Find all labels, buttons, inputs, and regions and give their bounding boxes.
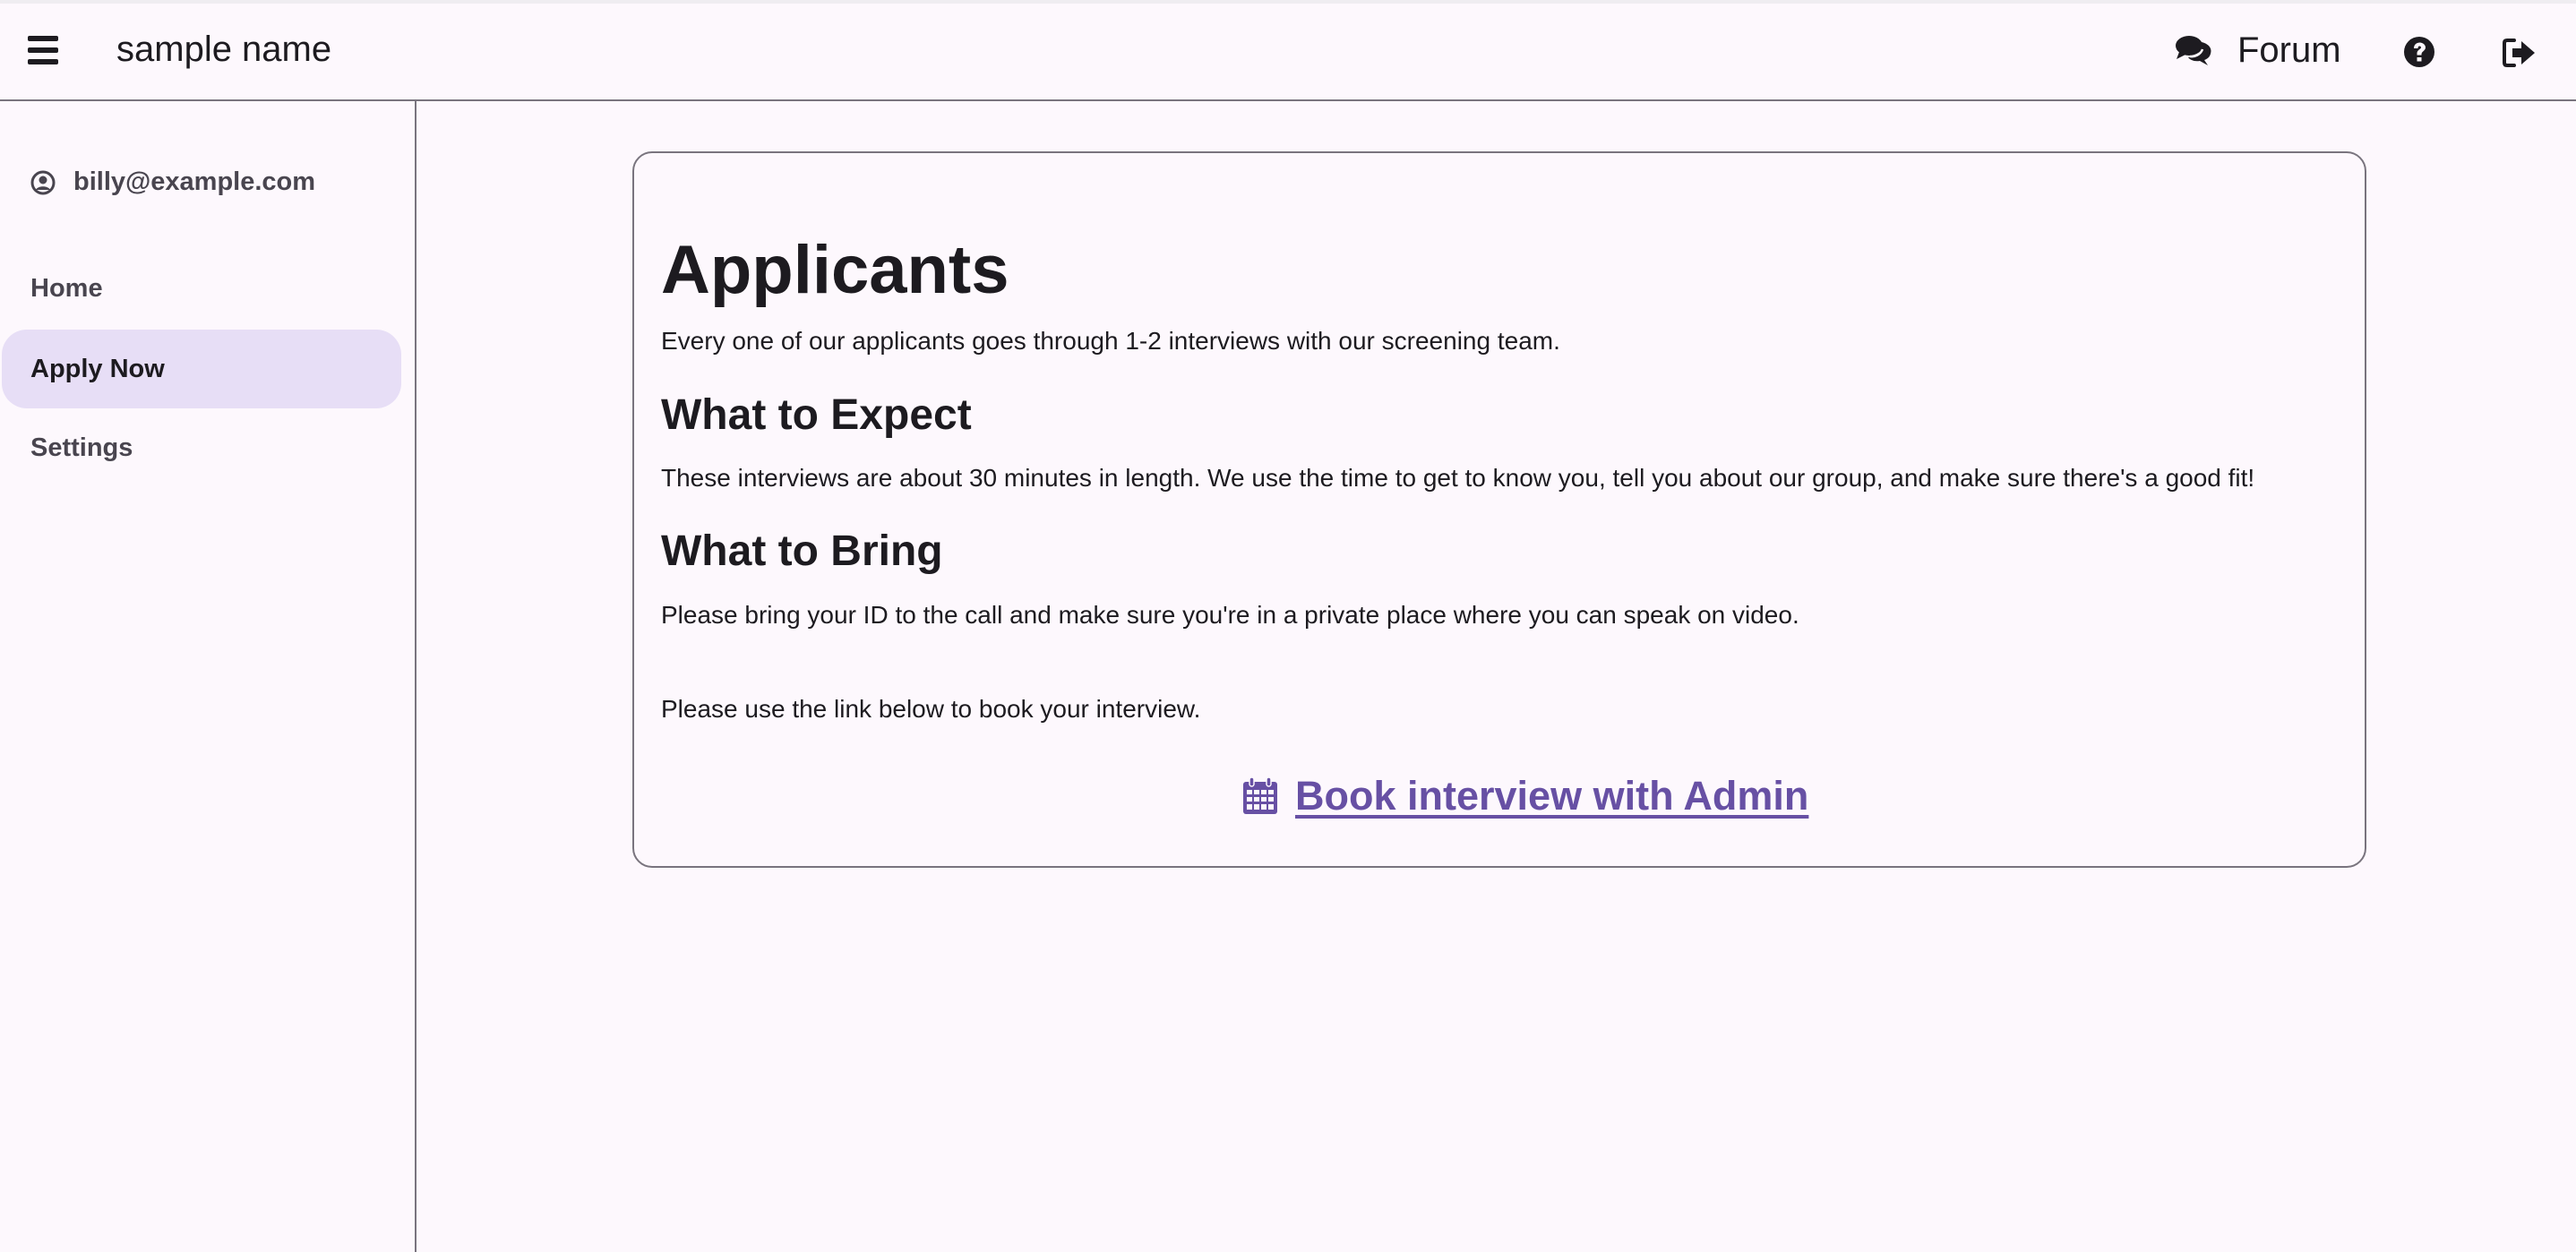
sidebar-item-label: Apply Now (30, 354, 165, 383)
sidebar-item-settings[interactable]: Settings (2, 408, 401, 487)
forum-link[interactable]: Forum (2175, 25, 2341, 75)
section-heading-bring: What to Bring (661, 527, 943, 575)
comments-icon (2176, 36, 2211, 65)
app-header: sample name Forum (0, 4, 2576, 101)
section-body-expect: These interviews are about 30 minutes in… (661, 464, 2255, 492)
sidebar-item-home[interactable]: Home (2, 249, 401, 328)
sidebar-item-apply-now[interactable]: Apply Now (2, 330, 401, 408)
user-account: billy@example.com (30, 167, 315, 197)
user-circle-icon (30, 170, 56, 194)
book-interview-link-label[interactable]: Book interview with Admin (1295, 773, 1808, 819)
forum-label: Forum (2237, 30, 2341, 70)
sidebar: billy@example.com Home Apply Now Setting… (0, 101, 416, 1252)
user-email: billy@example.com (73, 167, 316, 196)
calendar-icon (1243, 776, 1277, 814)
page-title: Applicants (661, 232, 1009, 308)
intro-text: Every one of our applicants goes through… (661, 327, 1560, 355)
sidebar-item-label: Settings (30, 433, 133, 462)
section-heading-expect: What to Expect (661, 391, 972, 439)
menu-button[interactable] (25, 32, 61, 68)
applicants-card: Applicants Every one of our applicants g… (632, 151, 2366, 868)
sign-out-icon[interactable] (2502, 38, 2537, 68)
section-body-bring: Please bring your ID to the call and mak… (661, 601, 1799, 629)
question-circle-icon[interactable] (2403, 36, 2435, 68)
booking-prompt: Please use the link below to book your i… (661, 695, 1201, 723)
sidebar-item-label: Home (30, 273, 103, 303)
book-interview-link[interactable]: Book interview with Admin (1241, 773, 1808, 819)
app-title: sample name (116, 30, 332, 69)
